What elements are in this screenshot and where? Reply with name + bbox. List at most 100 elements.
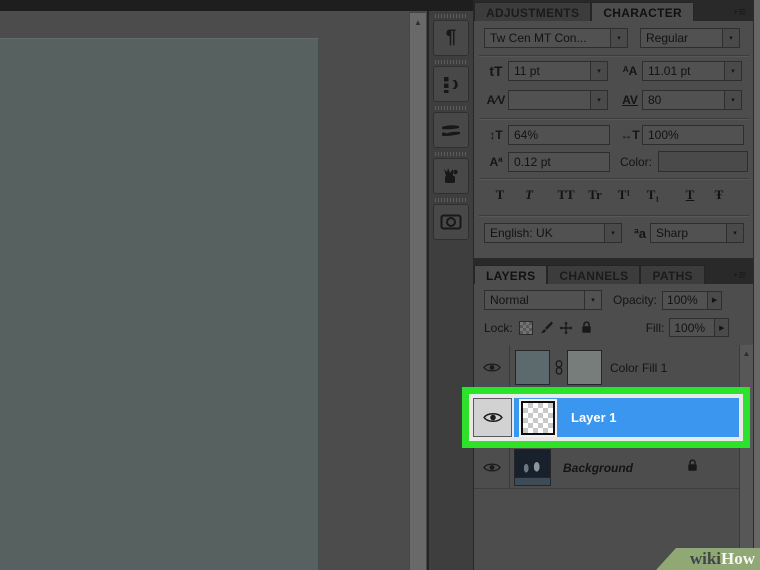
visibility-toggle[interactable] (473, 398, 512, 437)
panel-dock: ADJUSTMENTS CHARACTER ▾ ≡ Tw Cen MT Con.… (473, 0, 753, 570)
leading-field[interactable]: 11.01 pt ▾ (642, 61, 742, 81)
lock-transparency-button[interactable] (519, 321, 534, 335)
layer-row-color-fill[interactable]: Color Fill 1 (474, 345, 740, 391)
layer-mask-thumbnail[interactable] (567, 350, 602, 385)
layers-panel-tabbar: LAYERS CHANNELS PATHS ▾ ≡ (474, 263, 754, 284)
chevron-down-icon[interactable]: ▾ (725, 90, 742, 110)
document-vertical-scrollbar[interactable]: ▲ (409, 12, 427, 570)
opacity-field[interactable]: 100% (662, 291, 708, 310)
paragraph-icon: ¶ (446, 27, 457, 49)
dock-gripper (435, 152, 467, 156)
vertical-scale-field[interactable]: 64% (508, 125, 598, 145)
underline-button[interactable]: T (678, 185, 702, 205)
chevron-down-icon[interactable]: ▾ (591, 90, 608, 110)
opacity-spinner-button[interactable]: ▶ (708, 291, 722, 310)
vertical-scale-icon: ↕T (484, 128, 508, 142)
dock-gripper (435, 198, 467, 202)
layers-controls: Normal ▾ Opacity: 100% ▶ Lock: (474, 284, 754, 346)
scroll-up-icon[interactable]: ▲ (740, 345, 753, 358)
masks-panel-button[interactable] (433, 204, 469, 240)
antialias-select[interactable]: Sharp ▾ (650, 223, 744, 243)
tool-presets-panel-button[interactable] (433, 158, 469, 194)
chevron-down-icon[interactable]: ▾ (723, 28, 740, 48)
horizontal-scale-value: 100% (642, 125, 744, 145)
layer-name[interactable]: Color Fill 1 (610, 361, 667, 375)
font-size-icon: tT (484, 63, 508, 79)
font-size-field[interactable]: 11 pt ▾ (508, 61, 608, 81)
fill-value: 100% (674, 321, 705, 335)
brush-cup-icon (442, 166, 460, 186)
tracking-field[interactable]: 80 ▾ (642, 90, 742, 110)
strikethrough-button[interactable]: Ŧ (707, 185, 731, 205)
mask-link-icon[interactable] (550, 360, 567, 375)
visibility-toggle[interactable] (474, 447, 510, 488)
all-caps-button[interactable]: TT (554, 185, 578, 205)
font-style-value: Regular (640, 28, 723, 48)
kerning-field[interactable]: ▾ (508, 90, 608, 110)
lock-all-button[interactable] (579, 321, 594, 335)
lock-pixels-button[interactable] (539, 321, 554, 335)
faux-italic-button[interactable]: T (517, 185, 541, 205)
layers-scrollbar[interactable]: ▲ (739, 345, 753, 570)
lock-position-button[interactable] (559, 321, 574, 335)
baseline-shift-field[interactable]: 0.12 pt (508, 152, 598, 172)
font-family-value: Tw Cen MT Con... (484, 28, 611, 48)
layer-name[interactable]: Background (563, 461, 633, 475)
menu-icon: ≡ (738, 7, 746, 17)
layer-row-background[interactable]: Background (474, 447, 740, 489)
leading-icon: ᴬA (618, 64, 642, 78)
brush-presets-panel-button[interactable] (433, 112, 469, 148)
chevron-down-icon[interactable]: ▾ (591, 61, 608, 81)
chevron-down-icon[interactable]: ▾ (611, 28, 628, 48)
fill-spinner-button[interactable]: ▶ (715, 318, 729, 337)
language-value: English: UK (484, 223, 605, 243)
transparent-layer-thumbnail[interactable] (521, 401, 555, 435)
fill-label: Fill: (646, 321, 665, 335)
tab-character[interactable]: CHARACTER (591, 2, 694, 21)
paragraph-panel-button[interactable]: ¶ (433, 20, 469, 56)
chevron-down-icon[interactable]: ▾ (725, 61, 742, 81)
vertical-scale-value: 64% (508, 125, 610, 145)
chevron-down-icon[interactable]: ▾ (585, 290, 602, 310)
blend-mode-select[interactable]: Normal ▾ (484, 290, 602, 310)
text-color-swatch[interactable] (658, 151, 748, 172)
language-select[interactable]: English: UK ▾ (484, 223, 622, 243)
font-style-select[interactable]: Regular ▾ (640, 28, 740, 48)
layer-name[interactable]: Layer 1 (571, 410, 617, 425)
eye-icon (483, 462, 501, 473)
window-edge (753, 0, 760, 570)
visibility-toggle[interactable] (474, 345, 510, 390)
tracking-value: 80 (642, 90, 725, 110)
lock-label: Lock: (484, 321, 513, 335)
canvas[interactable] (0, 38, 319, 570)
subscript-button[interactable]: T₁ (641, 185, 665, 205)
chevron-down-icon: ▾ (734, 8, 738, 16)
faux-bold-button[interactable]: T (488, 185, 512, 205)
tab-channels[interactable]: CHANNELS (547, 265, 640, 284)
padlock-icon (687, 459, 698, 472)
move-icon (559, 321, 573, 335)
eye-icon (483, 362, 501, 373)
window-top-bar (0, 0, 473, 11)
photoshop-window: ▲ ¶ (0, 0, 760, 570)
character-panel-menu-button[interactable]: ▾ ≡ (734, 7, 746, 17)
background-layer-thumbnail[interactable] (514, 449, 551, 486)
superscript-button[interactable]: T¹ (612, 185, 636, 205)
scroll-up-icon[interactable]: ▲ (410, 13, 426, 27)
layers-panel-menu-button[interactable]: ▾ ≡ (734, 270, 746, 280)
tab-paths[interactable]: PATHS (640, 265, 704, 284)
horizontal-scale-field[interactable]: 100% (642, 125, 732, 145)
fill-layer-thumbnail[interactable] (515, 350, 550, 385)
font-size-value: 11 pt (508, 61, 591, 81)
chevron-down-icon[interactable]: ▾ (605, 223, 622, 243)
layer-row-layer1-selected[interactable]: Layer 1 (514, 398, 739, 437)
layer-comps-panel-button[interactable] (433, 66, 469, 102)
fill-field[interactable]: 100% (669, 318, 715, 337)
dock-gripper (435, 60, 467, 64)
tab-adjustments[interactable]: ADJUSTMENTS (474, 2, 591, 21)
small-caps-button[interactable]: Tr (583, 185, 607, 205)
tab-layers[interactable]: LAYERS (474, 265, 547, 284)
highlight-annotation-box: Layer 1 (462, 387, 750, 448)
chevron-down-icon[interactable]: ▾ (727, 223, 744, 243)
font-family-select[interactable]: Tw Cen MT Con... ▾ (484, 28, 628, 48)
